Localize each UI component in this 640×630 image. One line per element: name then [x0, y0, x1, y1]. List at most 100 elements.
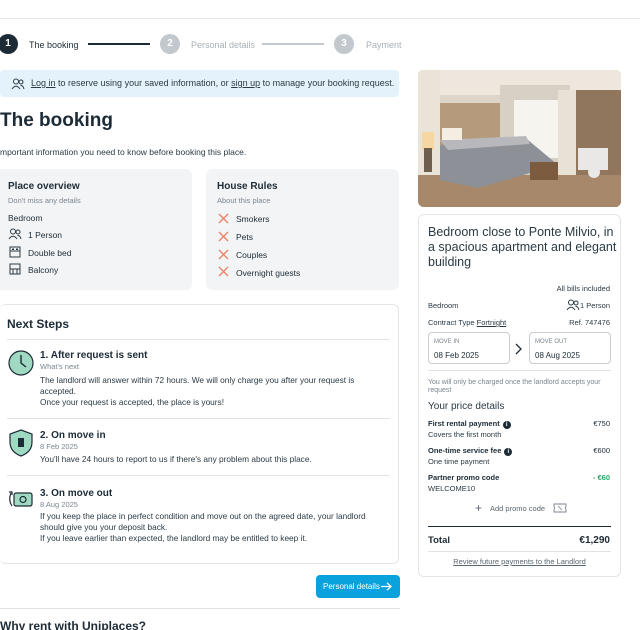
rule-pets: Pets: [236, 232, 254, 242]
not-allowed-x-icon: [218, 266, 229, 277]
personal-details-button-label: Personal details: [323, 582, 380, 591]
signup-link[interactable]: sign up: [231, 78, 260, 88]
step-1-label: The booking: [29, 40, 79, 50]
move-in-date-field[interactable]: MOVE IN 08 Feb 2025: [428, 332, 510, 364]
next-step-3-title: 3. On move out: [40, 488, 113, 499]
chevron-right-icon: [515, 343, 522, 355]
login-link[interactable]: Log in: [31, 78, 56, 88]
personal-details-button[interactable]: Personal details: [316, 575, 400, 598]
promo-code-label: Partner promo code: [428, 473, 500, 482]
overview-item-balcony: Balcony: [28, 265, 59, 275]
booking-summary-card: Bedroom close to Ponte Milvio, in a spac…: [418, 214, 621, 577]
login-banner-text-2: to manage your booking request.: [260, 78, 395, 88]
property-photo[interactable]: [418, 70, 621, 207]
step-2-label: Personal details: [191, 40, 256, 50]
first-rental-payment-desc: Covers the first month: [428, 430, 502, 439]
total-amount: €1,290: [579, 535, 610, 546]
contract-type: Contract Type Fortnight: [428, 318, 506, 327]
move-out-value: 08 Aug 2025: [535, 351, 580, 360]
login-banner-text-1: to reserve using your saved information,…: [55, 78, 232, 88]
step-1-progress-line: [88, 43, 150, 45]
arrow-right-icon: [381, 582, 392, 591]
info-icon[interactable]: i: [504, 448, 513, 456]
coupon-icon: [553, 503, 567, 513]
overview-item-bedroom: Bedroom: [8, 213, 43, 223]
next-step-1-body-2: Once your request is accepted, the place…: [40, 397, 225, 407]
plus-icon: +: [475, 501, 483, 515]
section-divider: [0, 608, 400, 609]
rule-overnight-guests: Overnight guests: [236, 268, 301, 278]
rule-couples: Couples: [236, 250, 268, 260]
service-fee-text: One-time service fee: [428, 446, 502, 455]
shield-icon: [9, 429, 33, 457]
review-future-payments-link[interactable]: Review future payments to the Landlord: [419, 557, 620, 566]
next-steps-title: Next Steps: [7, 317, 70, 331]
total-divider: [428, 526, 611, 527]
add-promo-code-label: Add promo code: [490, 504, 546, 513]
bed-icon: [9, 246, 21, 258]
contract-type-link[interactable]: Fortnight: [477, 318, 507, 327]
total-label: Total: [428, 535, 450, 546]
next-step-1-title: 1. After request is sent: [40, 350, 148, 361]
not-allowed-x-icon: [218, 249, 229, 260]
bills-included-label: All bills included: [556, 284, 610, 293]
service-fee-desc: One time payment: [428, 457, 490, 466]
divider: [7, 339, 390, 340]
person-icon: [8, 228, 22, 240]
balcony-icon: [9, 263, 21, 275]
next-step-3-body-2: If you leave earlier than expected, the …: [40, 533, 308, 543]
step-2-circle: 2: [160, 34, 180, 54]
overview-item-bed: Double bed: [28, 248, 72, 258]
not-allowed-x-icon: [218, 231, 229, 242]
house-rules-subtitle: About this place: [217, 196, 271, 205]
step-2-progress-line: [262, 43, 324, 45]
step-3-label: Payment: [366, 40, 402, 50]
next-steps-card: Next Steps 1. After request is sent What…: [0, 304, 399, 564]
money-return-icon: [9, 491, 33, 507]
person-icon: [566, 299, 580, 311]
price-details-title: Your price details: [428, 401, 505, 412]
overview-item-persons: 1 Person: [28, 230, 63, 240]
not-allowed-x-icon: [218, 213, 229, 224]
first-rental-payment-text: First rental payment: [428, 419, 500, 428]
login-banner: Log in to reserve using your saved infor…: [0, 70, 399, 97]
place-overview-title: Place overview: [8, 181, 80, 192]
move-in-value: 08 Feb 2025: [434, 351, 479, 360]
divider: [7, 475, 390, 476]
page-title: The booking: [0, 110, 113, 131]
divider: [7, 418, 390, 419]
header-divider: [0, 18, 640, 19]
move-out-date-field[interactable]: MOVE OUT 08 Aug 2025: [529, 332, 611, 364]
next-step-1-body: The landlord will answer within 72 hours…: [40, 375, 355, 396]
users-icon: [11, 78, 25, 90]
clock-icon: [8, 350, 34, 376]
next-step-3-date: 8 Aug 2025: [40, 500, 78, 509]
step-3-circle: 3: [334, 34, 354, 54]
room-type: Bedroom: [428, 301, 459, 310]
service-fee-label: One-time service fee i: [428, 446, 513, 456]
page-intro: mportant information you need to know be…: [0, 147, 247, 157]
charge-note: You will only be charged once the landlo…: [428, 379, 601, 394]
bedroom-photo-image: [418, 70, 621, 207]
rule-smokers: Smokers: [236, 214, 270, 224]
divider: [428, 370, 611, 371]
info-icon[interactable]: i: [502, 421, 511, 429]
divider: [428, 551, 611, 552]
first-rental-payment-label: First rental payment i: [428, 419, 511, 429]
next-step-2-body: You'll have 24 hours to report to us if …: [40, 454, 312, 464]
booking-stepper: 1 The booking 2 Personal details 3 Payme…: [0, 34, 410, 56]
first-rental-payment-amount: €750: [593, 419, 610, 428]
contract-type-label: Contract Type: [428, 318, 475, 327]
why-rent-heading: Why rent with Uniplaces?: [0, 619, 147, 630]
move-in-label: MOVE IN: [434, 339, 460, 345]
service-fee-amount: €600: [593, 446, 610, 455]
room-title: Bedroom close to Ponte Milvio, in a spac…: [428, 225, 617, 269]
place-overview-subtitle: Don't miss any details: [8, 196, 81, 205]
persons-count: 1 Person: [579, 301, 610, 310]
move-out-label: MOVE OUT: [535, 339, 568, 345]
next-step-3-body: If you keep the place in perfect conditi…: [40, 511, 366, 532]
step-1-circle: 1: [0, 34, 18, 54]
promo-discount-amount: - €60: [592, 473, 610, 482]
house-rules-title: House Rules: [217, 181, 278, 192]
reference-number: Ref. 747476: [569, 318, 610, 327]
